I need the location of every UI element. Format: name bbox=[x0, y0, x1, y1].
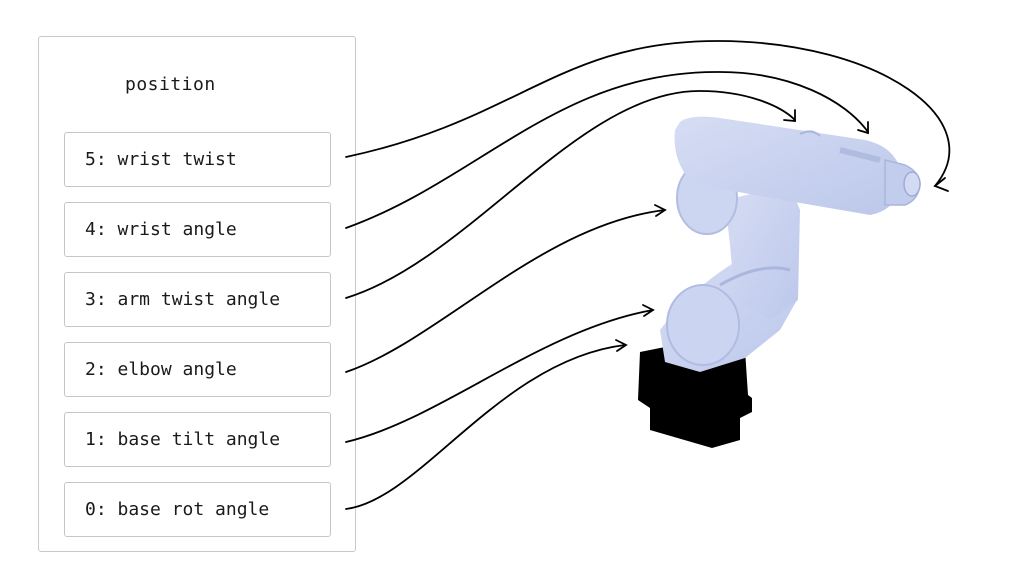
arrowhead-joint-5 bbox=[933, 177, 949, 192]
robot-diagram bbox=[345, 40, 951, 510]
arrow-joint-0 bbox=[345, 344, 626, 510]
joint-arrows bbox=[345, 40, 951, 510]
shoulder-joint bbox=[666, 284, 740, 366]
arrow-joint-2 bbox=[345, 209, 666, 373]
robot-end-effector bbox=[903, 171, 921, 197]
arrow-joint-1 bbox=[345, 309, 654, 443]
robot-arm-image bbox=[638, 116, 921, 448]
